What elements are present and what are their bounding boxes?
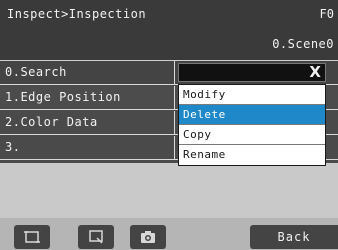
scene-label: 0.Scene0	[272, 37, 334, 51]
menu-item-delete[interactable]: Delete	[179, 105, 325, 125]
frame-indicator: F0	[319, 7, 334, 21]
empty-area	[0, 163, 338, 218]
context-menu: Modify Delete Copy Rename	[178, 84, 326, 166]
fit-screen-icon	[24, 231, 40, 243]
camera-button[interactable]	[130, 225, 166, 249]
back-button[interactable]: Back	[250, 225, 338, 249]
breadcrumb: Inspect>Inspection	[7, 7, 147, 21]
menu-item-modify[interactable]: Modify	[179, 85, 325, 105]
menu-item-copy[interactable]: Copy	[179, 125, 325, 145]
list-item-label: 0.Search	[0, 61, 175, 84]
context-menu-header: X	[178, 63, 326, 82]
close-icon[interactable]: X	[309, 63, 321, 81]
list-item-label: 1.Edge Position	[0, 86, 175, 109]
menu-item-rename[interactable]: Rename	[179, 145, 325, 165]
header-bar: Inspect>Inspection F0 0.Scene0	[0, 0, 338, 61]
fit-screen-button[interactable]	[14, 225, 50, 249]
footer-toolbar: Back	[0, 218, 338, 250]
list-item-label: 2.Color Data	[0, 111, 175, 134]
zoom-button[interactable]	[78, 225, 114, 249]
camera-icon	[141, 231, 155, 243]
list-item-label: 3.	[0, 136, 175, 159]
zoom-icon	[89, 230, 103, 244]
